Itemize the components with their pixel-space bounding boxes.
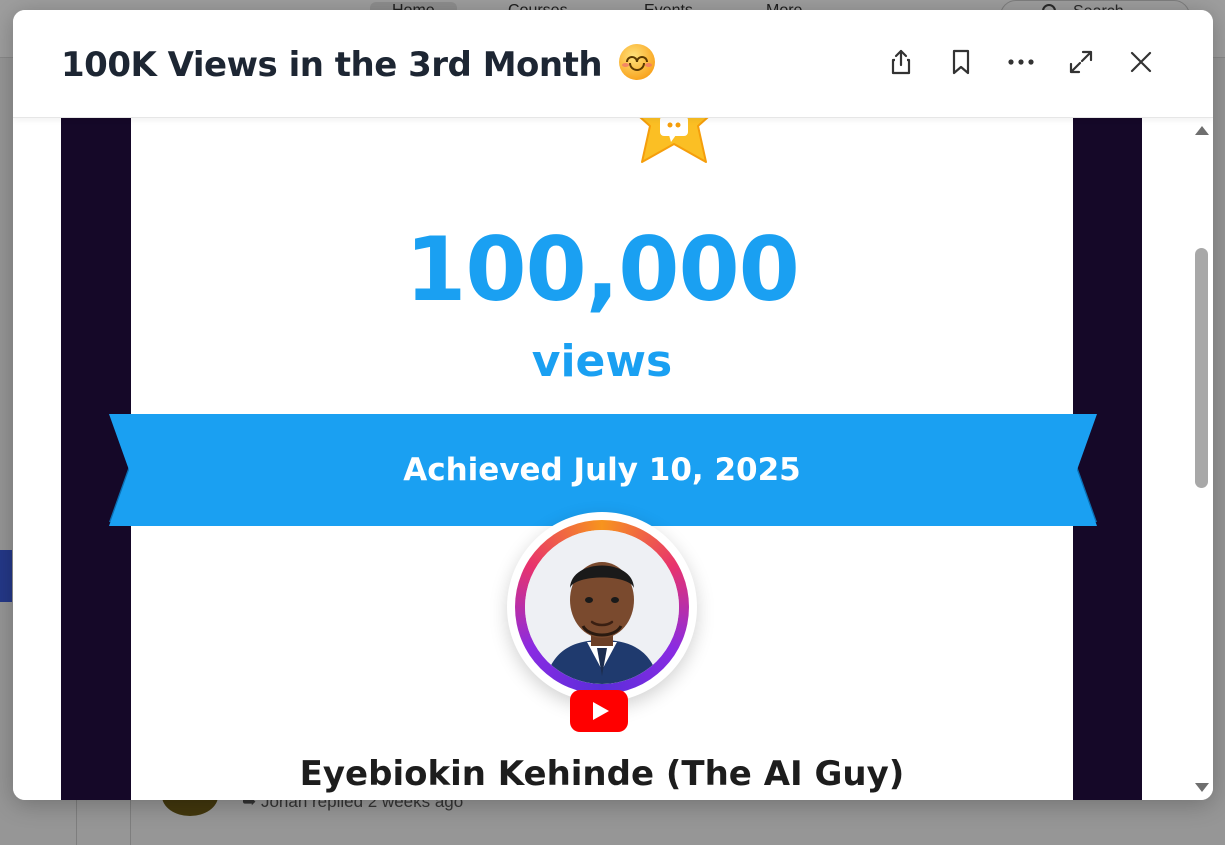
youtube-icon <box>570 690 628 732</box>
star-icon <box>639 118 709 163</box>
bookmark-icon <box>952 49 970 75</box>
post-modal: 100K Views in the 3rd Month 100,000 view… <box>13 10 1213 800</box>
scroll-up-arrow-icon[interactable] <box>1195 126 1209 135</box>
smiling-face-emoji-icon <box>619 44 656 80</box>
scroll-down-arrow-icon[interactable] <box>1195 783 1209 792</box>
close-icon <box>1130 51 1152 73</box>
share-icon <box>891 49 911 75</box>
profile-photo <box>525 530 679 684</box>
profile-badge <box>507 512 697 702</box>
scrollbar-thumb[interactable] <box>1195 248 1208 488</box>
modal-content[interactable]: 100,000 views Achieved July 10, 2025 Eye… <box>13 118 1213 800</box>
bookmark-button[interactable] <box>945 46 977 78</box>
modal-title: 100K Views in the 3rd Month <box>61 44 656 85</box>
more-options-button[interactable] <box>1005 46 1037 78</box>
modal-scrollbar[interactable] <box>1191 118 1213 800</box>
modal-header: 100K Views in the 3rd Month <box>13 10 1213 118</box>
close-button[interactable] <box>1125 46 1157 78</box>
expand-button[interactable] <box>1065 46 1097 78</box>
milestone-card: 100,000 views Achieved July 10, 2025 Eye… <box>109 118 1097 800</box>
expand-icon <box>1069 50 1093 74</box>
milestone-image[interactable]: 100,000 views Achieved July 10, 2025 Eye… <box>61 118 1142 800</box>
view-count: 100,000 <box>405 218 800 321</box>
creator-name: Eyebiokin Kehinde (The AI Guy) <box>299 754 905 794</box>
modal-title-text: 100K Views in the 3rd Month <box>61 45 603 85</box>
more-icon <box>1008 59 1034 65</box>
person-photo <box>525 530 679 684</box>
view-unit: views <box>531 336 673 387</box>
share-button[interactable] <box>885 46 917 78</box>
achievement-date: Achieved July 10, 2025 <box>403 452 801 488</box>
